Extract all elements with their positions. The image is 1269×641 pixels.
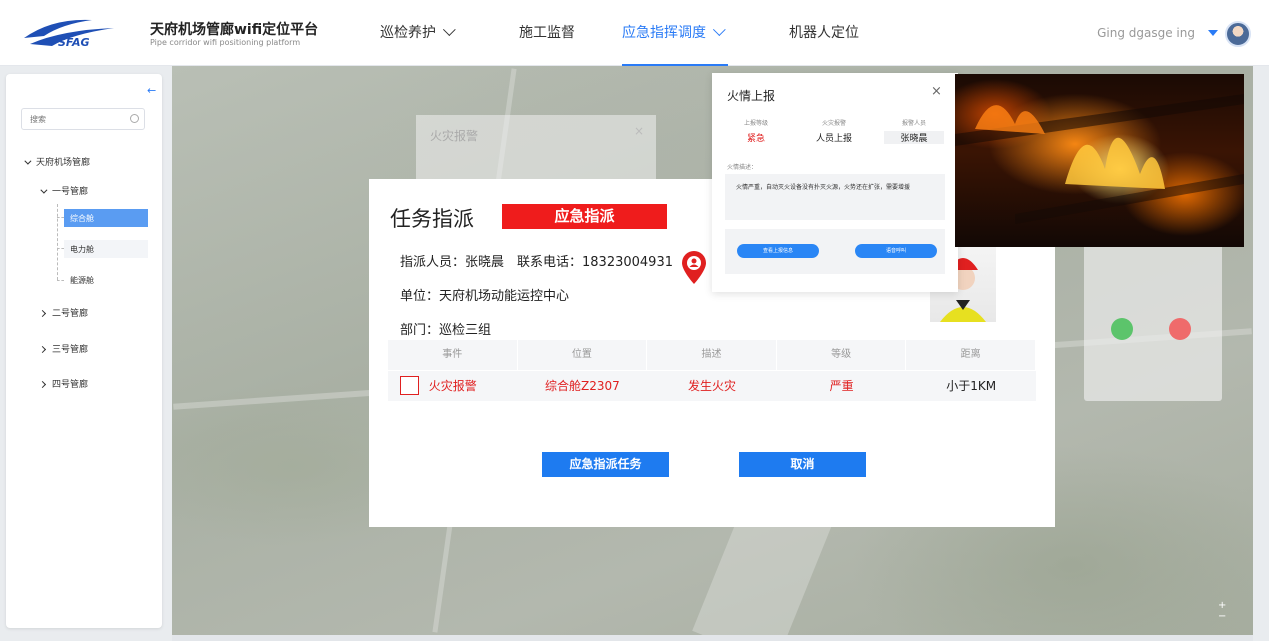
logo-text: SFAG bbox=[58, 36, 90, 49]
brand-title: 天府机场管廊wifi定位平台 bbox=[150, 22, 319, 38]
nav-inspection-label: 巡检养护 bbox=[380, 25, 436, 41]
tree-leaf-comprehensive[interactable]: 综合舱 bbox=[64, 209, 148, 227]
sidebar: ← 天府机场管廊 一号管廊 综合舱 电力舱 能源舱 二号管廊 三号管廊 四号管廊 bbox=[6, 74, 162, 628]
nav-emergency-label: 应急指挥调度 bbox=[622, 25, 706, 41]
chevron-down-icon bbox=[442, 23, 456, 37]
chevron-down-icon bbox=[24, 157, 32, 165]
username[interactable]: Ging dgasge ing bbox=[1097, 26, 1195, 40]
chevron-right-icon bbox=[38, 309, 47, 318]
table-row[interactable]: 火灾报警 综合舱Z2307 发生火灾 严重 小于1KM bbox=[388, 371, 1036, 401]
tree-root-label: 天府机场管廊 bbox=[36, 158, 91, 168]
tree-group-4[interactable]: 四号管廊 bbox=[38, 377, 89, 390]
tree-connector bbox=[57, 204, 58, 280]
hangup-call-button[interactable] bbox=[1169, 318, 1191, 340]
assign-task-button[interactable]: 应急指派任务 bbox=[542, 452, 669, 477]
zoom-in-icon[interactable]: + bbox=[1218, 600, 1226, 611]
collapse-arrow-icon[interactable]: ← bbox=[147, 84, 156, 97]
level-cell: 严重 bbox=[829, 379, 854, 393]
column-header: 描述 bbox=[647, 340, 777, 370]
nav-emergency[interactable]: 应急指挥调度 bbox=[622, 0, 728, 66]
zoom-out-icon[interactable]: − bbox=[1218, 611, 1226, 622]
close-icon[interactable]: × bbox=[931, 84, 942, 99]
column-header: 等级 bbox=[777, 340, 907, 370]
call-panel bbox=[1084, 240, 1222, 401]
user-menu-caret-icon[interactable] bbox=[1208, 30, 1218, 36]
fire-desc-label: 火情描述： bbox=[727, 164, 758, 171]
tree-connector-branch bbox=[57, 248, 64, 249]
tree-group-1-label: 一号管廊 bbox=[52, 187, 89, 197]
view-report-button[interactable]: 查看上报信息 bbox=[737, 244, 819, 258]
chevron-down-icon bbox=[712, 23, 726, 37]
cancel-button[interactable]: 取消 bbox=[739, 452, 866, 477]
tree-leaf-energy[interactable]: 能源舱 bbox=[64, 271, 148, 289]
chevron-right-icon bbox=[38, 380, 47, 389]
location-cell: 综合舱Z2307 bbox=[545, 379, 620, 393]
task-dialog-title: 任务指派 bbox=[390, 207, 474, 231]
brand-subtitle: Pipe corridor wifi positioning platform bbox=[150, 38, 301, 47]
voice-call-button[interactable]: 语音呼叫 bbox=[855, 244, 937, 258]
chevron-right-icon bbox=[38, 345, 47, 354]
tree-group-2-label: 二号管廊 bbox=[52, 309, 89, 319]
report-level-value: 紧急 bbox=[746, 134, 765, 144]
fire-flames-image bbox=[955, 94, 1244, 224]
nav-robot-label: 机器人定位 bbox=[789, 25, 859, 41]
zoom-controls[interactable]: + − bbox=[1218, 600, 1228, 628]
tree-root[interactable]: 天府机场管廊 bbox=[24, 155, 90, 168]
tree-connector-branch bbox=[57, 217, 64, 218]
fire-scene-image bbox=[955, 74, 1244, 247]
distance-cell: 小于1KM bbox=[946, 379, 997, 393]
tree-leaf-power[interactable]: 电力舱 bbox=[64, 240, 148, 258]
location-pin-icon[interactable] bbox=[680, 251, 708, 285]
description-cell: 发生火灾 bbox=[687, 379, 736, 393]
column-header: 事件 bbox=[388, 340, 518, 370]
tree-group-2[interactable]: 二号管廊 bbox=[38, 306, 89, 319]
emergency-badge: 应急指派 bbox=[502, 204, 667, 229]
report-level-label: 上报等级 bbox=[743, 120, 768, 127]
reporter-label: 报警人员 bbox=[901, 120, 926, 127]
event-table: 事件 位置 描述 等级 距离 火灾报警 综合舱Z2307 发生火灾 严重 小于1… bbox=[388, 340, 1036, 401]
department-line: 部门：巡检三组 bbox=[400, 323, 492, 338]
alarm-type-label: 火灾报警 bbox=[821, 120, 846, 127]
nav-robot[interactable]: 机器人定位 bbox=[789, 0, 859, 66]
chevron-down-icon bbox=[40, 186, 48, 194]
column-header: 位置 bbox=[518, 340, 648, 370]
row-checkbox[interactable] bbox=[400, 376, 419, 395]
tree-group-3-label: 三号管廊 bbox=[52, 345, 89, 355]
avatar[interactable] bbox=[1225, 21, 1251, 47]
tree-group-3[interactable]: 三号管廊 bbox=[38, 342, 89, 355]
ghost-dialog-title: 火灾报警 bbox=[430, 129, 479, 143]
nav-construction-label: 施工监督 bbox=[519, 25, 575, 41]
search-icon[interactable] bbox=[130, 114, 139, 123]
table-header: 事件 位置 描述 等级 距离 bbox=[388, 340, 1036, 370]
fire-actions: 查看上报信息 语音呼叫 bbox=[725, 229, 945, 274]
tree-group-1[interactable]: 一号管廊 bbox=[40, 184, 88, 197]
unit-line: 单位：天府机场动能运控中心 bbox=[400, 289, 570, 304]
answer-call-button[interactable] bbox=[1111, 318, 1133, 340]
fire-alarm-dialog-background: 火灾报警 × bbox=[416, 115, 656, 185]
nav-construction[interactable]: 施工监督 bbox=[519, 0, 575, 66]
tree-group-4-label: 四号管廊 bbox=[52, 380, 89, 390]
alarm-type-value: 人员上报 bbox=[815, 134, 852, 144]
assignee-line: 指派人员：张晓晨 联系电话：18323004931 bbox=[400, 255, 673, 270]
nav-inspection[interactable]: 巡检养护 bbox=[380, 0, 456, 66]
reporter-value: 张晓晨 bbox=[884, 131, 944, 144]
map-footer bbox=[172, 635, 1253, 641]
column-header: 距离 bbox=[906, 340, 1036, 370]
search-input[interactable] bbox=[21, 108, 145, 130]
fire-description: 火情严重，自动灭火设备没有扑灭火源，火势还在扩张，需要增援 bbox=[725, 174, 945, 220]
fire-report-dialog: 火情上报 × 上报等级 紧急 火灾报警 人员上报 报警人员 张晓晨 火情描述： … bbox=[712, 73, 958, 292]
tree-connector-branch bbox=[57, 280, 64, 281]
top-bar: SFAG 天府机场管廊wifi定位平台 Pipe corridor wifi p… bbox=[0, 0, 1269, 66]
sfag-logo: SFAG bbox=[24, 19, 114, 49]
close-icon[interactable]: × bbox=[634, 124, 644, 138]
fire-report-title: 火情上报 bbox=[727, 89, 776, 103]
